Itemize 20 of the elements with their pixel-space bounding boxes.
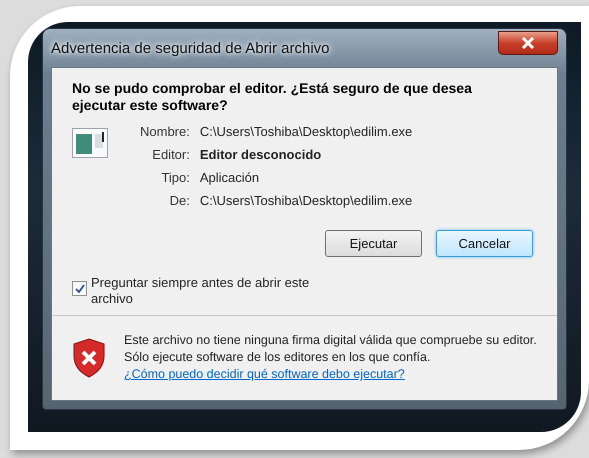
field-value: Aplicación <box>200 170 260 185</box>
run-button[interactable]: Ejecutar <box>325 230 422 257</box>
window-title: Advertencia de seguridad de Abrir archivo <box>51 40 330 56</box>
cancel-button[interactable]: Cancelar <box>436 230 533 257</box>
checkbox-label: Preguntar siempre antes de abrir este archivo <box>91 275 310 307</box>
program-file-icon <box>72 128 108 158</box>
help-link[interactable]: ¿Cómo puedo decidir qué software debo ejecutar? <box>124 366 543 383</box>
warning-text: Este archivo no tiene ninguna firma digital válida que compruebe su editor. Sólo ejecute software de los editores en los que confía. <box>124 332 538 366</box>
field-label: Tipo: <box>160 170 190 185</box>
warning-heading: No se pudo comprobar el editor. ¿Está seguro de que desea ejecutar este software? <box>72 80 473 114</box>
close-icon <box>521 37 535 49</box>
field-value: Editor desconocido <box>200 147 322 162</box>
field-label: Editor: <box>151 147 190 162</box>
field-label: De: <box>168 193 190 208</box>
field-value: C:\Users\Toshiba\Desktop\edilim.exe <box>200 124 412 139</box>
field-value: C:\Users\Toshiba\Desktop\edilim.exe <box>200 193 412 208</box>
shield-error-icon <box>72 338 106 378</box>
field-label: Nombre: <box>140 124 190 139</box>
close-button[interactable] <box>498 31 558 55</box>
checkbox[interactable] <box>72 281 87 296</box>
